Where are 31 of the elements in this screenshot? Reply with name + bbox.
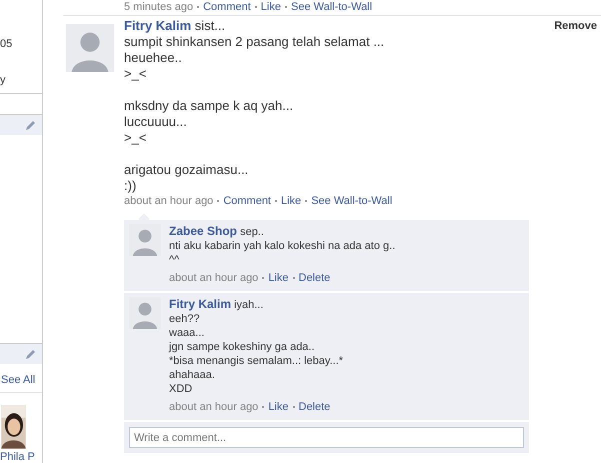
timestamp: about an hour ago (169, 400, 258, 414)
action-link[interactable]: See Wall-to-Wall (290, 0, 372, 14)
see-all-link[interactable]: See All (0, 364, 42, 394)
avatar-icon[interactable] (129, 297, 161, 329)
action-link[interactable]: Like (260, 0, 281, 14)
comment-text: Fitry Kalim iyah... eeh?? waaa... jgn sampe kokeshiny ga ada.. *bisa menangis semalam..: lebay...* ahahaaa. XDD (169, 297, 344, 396)
friend-name-link[interactable]: Phila P (0, 450, 42, 463)
text-fragment: y (0, 74, 6, 86)
action-link[interactable]: See Wall-to-Wall (311, 194, 392, 208)
avatar-icon[interactable] (66, 24, 114, 72)
action-link[interactable]: Like (281, 194, 302, 208)
action-link[interactable]: Delete (298, 271, 330, 285)
action-link[interactable]: Like (268, 271, 288, 285)
author-link[interactable]: Fitry Kalim (169, 297, 232, 311)
comment-text: Zabee Shop sep.. nti aku kabarin yah kalo kokeshi na ada ato g.. ^^ (169, 224, 396, 267)
post-text: Fitry Kalim sist... sumpit shinkansen 2 pasang telah selamat ... heuehee.. >_< mksdny da sampe k aq yah... luccuuuu... >_< arigatou gozaimasu... :)) (124, 18, 384, 194)
action-link[interactable]: Like (268, 400, 288, 414)
timestamp: about an hour ago (169, 271, 258, 285)
author-link[interactable]: Zabee Shop (169, 224, 238, 238)
action-link[interactable]: Comment (203, 0, 251, 14)
action-link[interactable]: Comment (223, 194, 271, 208)
comment-field[interactable]: Write a comment... (129, 427, 524, 448)
text-fragment: 05 (0, 38, 14, 50)
action-link[interactable]: Delete (298, 400, 330, 414)
remove-link[interactable]: Remove (554, 20, 597, 32)
author-link[interactable]: Fitry Kalim (124, 18, 192, 33)
timestamp: about an hour ago (124, 194, 214, 208)
pencil-icon[interactable] (25, 348, 36, 360)
avatar-icon[interactable] (129, 224, 161, 256)
timestamp: 5 minutes ago (124, 0, 194, 14)
pencil-icon[interactable] (25, 120, 36, 131)
